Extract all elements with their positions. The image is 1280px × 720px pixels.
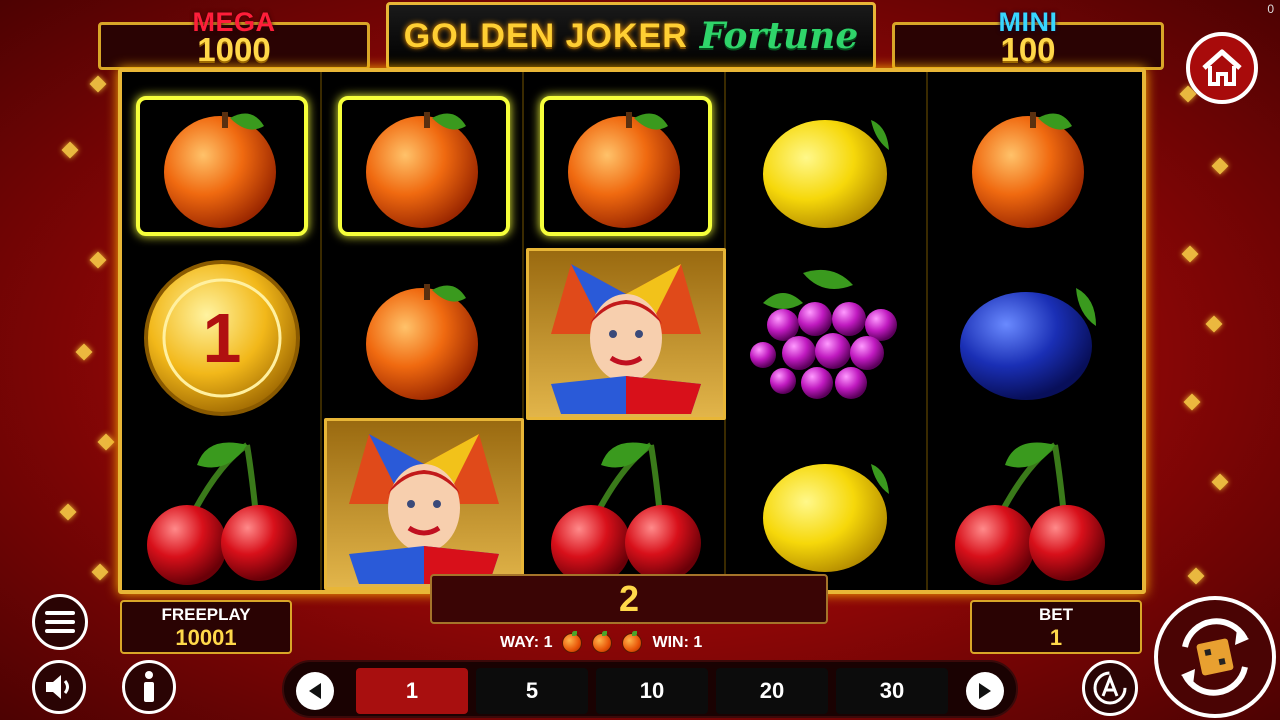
reel-symbol-orange [324,252,524,424]
arrow-left-icon [309,683,321,699]
title-main: GOLDEN JOKER [403,16,688,55]
speaker-icon [46,675,69,699]
sparkle-diamond [75,343,93,361]
hamburger-menu-icon [45,611,75,633]
reel-symbol-orange [324,80,524,252]
win-amount-panel: 2 [430,574,828,624]
reel-symbol-orange [930,80,1130,252]
way-win-line: WAY: 1 WIN: 1 [500,630,702,656]
sparkle-diamond [1187,567,1205,585]
title-sub: Fortune [699,15,859,57]
bet-value: 1 [1049,625,1063,650]
jackpot-mini: MINI 100 [892,7,1164,70]
reel-symbol-cherry [526,424,726,596]
reel-1: orange 1 [122,72,322,590]
freeplay-label: FREEPLAY [161,605,251,624]
reel-symbol-plum [930,252,1130,424]
spin-icon [1181,618,1249,696]
reel-5 [930,72,1130,590]
way-label: WAY: 1 [500,634,553,651]
info-button[interactable] [122,660,176,714]
reel-symbol-orange [526,80,726,252]
reel-symbol-lemon [728,424,928,596]
reel-symbol-joker [526,248,726,420]
reel-4 [728,72,928,590]
orange-icon [622,631,643,653]
bet-option-30[interactable]: 30 [836,668,948,714]
sparkle-diamond [1205,315,1223,333]
reel-2 [324,72,524,590]
corner-counter: 0 [1267,2,1274,16]
sparkle-diamond [1181,245,1199,263]
sparkle-diamond [59,503,77,521]
reel-symbol-cherry [930,424,1130,596]
home-icon [1202,49,1242,86]
coin-value: 1 [203,299,242,377]
orange-icon [562,631,583,653]
sparkle-diamond [89,75,107,93]
bet-label: BET [1039,605,1073,624]
info-icon [144,671,154,702]
arrow-right-icon [979,683,991,699]
bet-option-5[interactable]: 5 [476,668,588,714]
sparkle-diamond [89,251,107,269]
bet-selector: 1 5 10 20 30 [282,660,1018,718]
bet-prev-button[interactable] [296,672,334,710]
reel-symbol-grape [728,252,928,424]
reel-symbol-joker [324,418,524,590]
sparkle-diamond [91,563,109,581]
autoplay-icon [1093,671,1127,705]
bet-next-button[interactable] [966,672,1004,710]
spin-button[interactable] [1154,596,1276,718]
freeplay-balance: FREEPLAY 10001 [120,600,292,654]
reel-symbol-lemon [728,80,928,252]
autoplay-button[interactable] [1082,660,1138,716]
sound-button[interactable] [32,660,86,714]
freeplay-value: 10001 [175,625,237,650]
jackpot-mega-value: 1000 [197,31,271,68]
bet-option-1[interactable]: 1 [356,668,468,714]
bet-option-20[interactable]: 20 [716,668,828,714]
reel-symbol-orange: orange [122,80,322,252]
home-button[interactable] [1186,32,1258,104]
sparkle-diamond [61,141,79,159]
bet-option-10[interactable]: 10 [596,668,708,714]
sparkle-diamond [1211,157,1229,175]
reel-symbol-cherry [122,424,322,596]
reel-3 [526,72,726,590]
jackpot-mini-value: 100 [1000,31,1056,68]
bet-display: BET 1 [970,600,1142,654]
menu-button[interactable] [32,594,88,650]
orange-icon [592,631,613,653]
sparkle-diamond [97,433,115,451]
sparkle-diamond [1211,473,1229,491]
win-label: WIN: 1 [652,634,703,651]
game-title: GOLDEN JOKER Fortune [386,2,876,70]
reel-symbol-gold-coin: 1 [122,252,322,424]
reels-area: orange 1 [118,68,1146,594]
jackpot-mega: MEGA 1000 [98,7,370,70]
sparkle-diamond [1183,393,1201,411]
win-amount: 2 [618,578,640,619]
